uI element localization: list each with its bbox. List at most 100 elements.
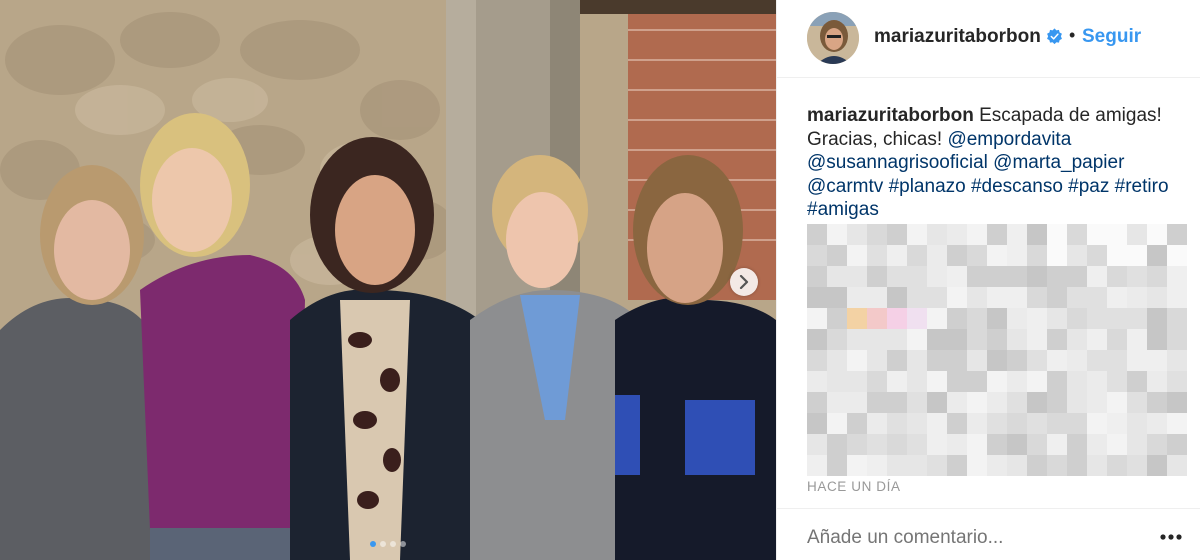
pixel-block bbox=[1047, 329, 1067, 350]
pixel-block bbox=[1127, 371, 1147, 392]
post-timestamp[interactable]: HACE UN DÍA bbox=[807, 479, 901, 494]
pixel-block bbox=[967, 287, 987, 308]
pixel-block bbox=[987, 350, 1007, 371]
pixel-block bbox=[1067, 224, 1087, 245]
pixel-block bbox=[887, 287, 907, 308]
pixel-block bbox=[827, 266, 847, 287]
caption-tag-link[interactable]: #paz bbox=[1068, 176, 1109, 197]
pixel-block bbox=[887, 224, 907, 245]
pixel-block bbox=[807, 245, 827, 266]
pixel-block bbox=[1007, 329, 1027, 350]
pixel-block bbox=[827, 371, 847, 392]
pixel-block bbox=[867, 245, 887, 266]
pixel-block bbox=[987, 434, 1007, 455]
pixel-block bbox=[947, 350, 967, 371]
pixel-block bbox=[987, 455, 1007, 476]
pixel-block bbox=[847, 350, 867, 371]
caption-tag-link[interactable]: @marta_papier bbox=[993, 152, 1124, 173]
pixel-block bbox=[947, 371, 967, 392]
pixel-block bbox=[1107, 224, 1127, 245]
pixel-block bbox=[847, 434, 867, 455]
pixel-block bbox=[847, 392, 867, 413]
pixel-block bbox=[807, 413, 827, 434]
pixel-block bbox=[987, 392, 1007, 413]
pixel-block bbox=[807, 308, 827, 329]
pixel-block bbox=[1007, 245, 1027, 266]
pixel-block bbox=[1047, 413, 1067, 434]
pixel-block bbox=[1027, 413, 1047, 434]
pixel-block bbox=[1087, 413, 1107, 434]
pixel-block bbox=[847, 455, 867, 476]
pixel-block bbox=[1067, 455, 1087, 476]
pixel-block bbox=[1147, 308, 1167, 329]
pixel-block bbox=[947, 392, 967, 413]
pixel-block bbox=[1147, 455, 1167, 476]
caption-tag-link[interactable]: #amigas bbox=[807, 199, 879, 220]
pixel-block bbox=[967, 371, 987, 392]
post-photo[interactable] bbox=[0, 0, 776, 560]
post-author-username[interactable]: mariazuritaborbon bbox=[874, 26, 1041, 48]
caption-tag-link[interactable]: @empordavita bbox=[947, 129, 1071, 150]
pixel-block bbox=[1007, 308, 1027, 329]
pixel-block bbox=[1087, 308, 1107, 329]
pixel-block bbox=[847, 413, 867, 434]
pixel-block bbox=[1167, 455, 1187, 476]
pixel-block bbox=[947, 434, 967, 455]
pixel-block bbox=[967, 350, 987, 371]
pixel-block bbox=[907, 245, 927, 266]
pixel-block bbox=[927, 266, 947, 287]
pixel-block bbox=[1127, 413, 1147, 434]
pixel-block bbox=[1067, 413, 1087, 434]
pixel-block bbox=[807, 224, 827, 245]
pixel-block bbox=[1127, 245, 1147, 266]
photo-image bbox=[0, 0, 776, 560]
avatar[interactable] bbox=[807, 12, 859, 64]
pixel-block bbox=[1047, 245, 1067, 266]
pixel-block bbox=[967, 266, 987, 287]
pixel-block bbox=[1007, 455, 1027, 476]
chevron-right-icon bbox=[739, 275, 749, 289]
pixel-block bbox=[1067, 308, 1087, 329]
more-options-icon[interactable] bbox=[1159, 533, 1183, 541]
comment-input[interactable] bbox=[807, 527, 1137, 549]
caption-tag-link[interactable]: @carmtv bbox=[807, 176, 883, 197]
pixel-block bbox=[1047, 308, 1067, 329]
pixel-block bbox=[1027, 266, 1047, 287]
pixel-block bbox=[987, 224, 1007, 245]
pixel-block bbox=[827, 392, 847, 413]
caption-tag-link[interactable]: #descanso bbox=[971, 176, 1063, 197]
pixel-block bbox=[987, 413, 1007, 434]
pixel-block bbox=[1127, 266, 1147, 287]
caption-tag-link[interactable]: #retiro bbox=[1115, 176, 1169, 197]
pixel-block bbox=[1107, 266, 1127, 287]
pixel-block bbox=[1127, 287, 1147, 308]
pixel-block bbox=[907, 266, 927, 287]
pixel-block bbox=[807, 350, 827, 371]
pixel-block bbox=[1107, 413, 1127, 434]
pixel-block bbox=[1087, 371, 1107, 392]
pixel-block bbox=[947, 413, 967, 434]
pixel-block bbox=[867, 287, 887, 308]
pixel-block bbox=[1107, 434, 1127, 455]
pixel-block bbox=[847, 266, 867, 287]
pixel-block bbox=[1027, 287, 1047, 308]
pixel-block bbox=[1167, 350, 1187, 371]
caption-tag-link[interactable]: #planazo bbox=[889, 176, 966, 197]
caption-tag-link[interactable]: @susannagrisooficial bbox=[807, 152, 988, 173]
pixel-block bbox=[927, 434, 947, 455]
pixel-block bbox=[927, 455, 947, 476]
pixel-block bbox=[847, 308, 867, 329]
pixel-block bbox=[947, 266, 967, 287]
pixel-block bbox=[1147, 224, 1167, 245]
pixel-block bbox=[1127, 329, 1147, 350]
caption-username[interactable]: mariazuritaborbon bbox=[807, 105, 974, 126]
pixel-block bbox=[1007, 266, 1027, 287]
follow-button[interactable]: Seguir bbox=[1082, 26, 1141, 48]
pixel-block bbox=[1067, 287, 1087, 308]
pixel-block bbox=[967, 434, 987, 455]
pixel-block bbox=[1007, 350, 1027, 371]
pixel-block bbox=[967, 224, 987, 245]
carousel-next-button[interactable] bbox=[730, 268, 758, 296]
pixel-block bbox=[1027, 329, 1047, 350]
pixel-block bbox=[1067, 266, 1087, 287]
